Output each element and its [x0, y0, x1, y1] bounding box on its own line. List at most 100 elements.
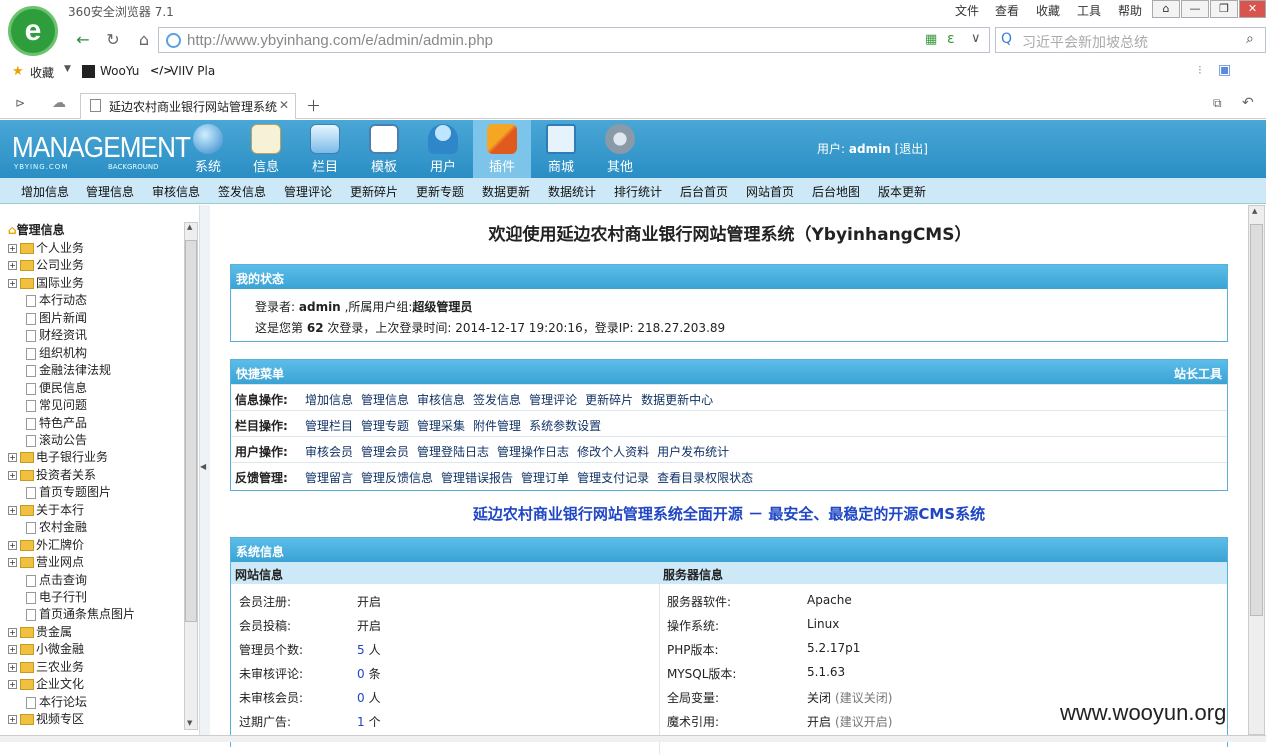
subnav-item[interactable]: 网站首页 — [746, 183, 794, 200]
webmaster-tools-link[interactable]: 站长工具 — [1174, 365, 1222, 382]
quick-link[interactable]: 更新碎片 — [585, 393, 633, 407]
subnav-item[interactable]: 排行统计 — [614, 183, 662, 200]
sidebar-scroll-thumb[interactable] — [185, 240, 197, 622]
quick-link[interactable]: 管理栏目 — [305, 419, 353, 433]
topnav-system[interactable]: 系统 — [179, 120, 237, 178]
sidebar-item[interactable]: + 投资者关系 — [8, 466, 96, 483]
quick-link[interactable]: 管理操作日志 — [497, 445, 569, 459]
subnav-item[interactable]: 更新专题 — [416, 183, 464, 200]
splitter[interactable] — [200, 205, 210, 742]
subnav-item[interactable]: 后台地图 — [812, 183, 860, 200]
sidebar-item[interactable]: 常见问题 — [26, 396, 87, 413]
collapse-icon[interactable]: ◀ — [200, 462, 206, 471]
sidebar-item[interactable]: 农村金融 — [26, 518, 87, 535]
scroll-up-icon[interactable]: ▲ — [187, 223, 192, 231]
sidebar-item[interactable]: + 贵金属 — [8, 623, 72, 640]
quick-link[interactable]: 数据更新中心 — [641, 393, 713, 407]
subnav-item[interactable]: 审核信息 — [152, 183, 200, 200]
sidebar-item[interactable]: + 营业网点 — [8, 553, 84, 570]
expand-icon[interactable]: + — [8, 506, 17, 515]
quick-link[interactable]: 管理采集 — [417, 419, 465, 433]
qrcode-icon[interactable]: ▦ — [925, 32, 937, 47]
quick-link[interactable]: 管理留言 — [305, 471, 353, 485]
subnav-item[interactable]: 增加信息 — [21, 183, 69, 200]
site-info-count[interactable]: 1 — [357, 715, 365, 729]
quick-link[interactable]: 修改个人资料 — [577, 445, 649, 459]
main-scroll-thumb[interactable] — [1250, 224, 1263, 616]
sidebar-item[interactable]: 组织机构 — [26, 344, 87, 361]
search-icon[interactable]: ⌕ — [1246, 31, 1254, 47]
quick-link[interactable]: 签发信息 — [473, 393, 521, 407]
skin-icon[interactable]: ⌂ — [1152, 0, 1180, 18]
quick-link[interactable]: 审核会员 — [305, 445, 353, 459]
new-tab-icon[interactable]: ＋ — [306, 95, 321, 116]
topnav-info[interactable]: 信息 — [237, 120, 295, 178]
quick-link[interactable]: 管理会员 — [361, 445, 409, 459]
expand-icon[interactable]: + — [8, 715, 17, 724]
quick-link[interactable]: 管理反馈信息 — [361, 471, 433, 485]
search-box[interactable]: Q 习近平会新加坡总统 ⌕ — [995, 27, 1266, 53]
main-scroll-up-icon[interactable]: ▲ — [1252, 207, 1257, 215]
expand-icon[interactable]: + — [8, 645, 17, 654]
sidebar-item[interactable]: + 三农业务 — [8, 658, 84, 675]
quick-link[interactable]: 系统参数设置 — [529, 419, 601, 433]
bookmark-wooyun[interactable]: WooYu — [100, 64, 139, 78]
site-info-count[interactable]: 0 — [357, 691, 365, 705]
subnav-item[interactable]: 数据更新 — [482, 183, 530, 200]
quick-link[interactable]: 管理订单 — [521, 471, 569, 485]
sidebar-item[interactable]: + 关于本行 — [8, 501, 84, 518]
sidebar-item[interactable]: + 公司业务 — [8, 256, 84, 273]
search-input[interactable]: 习近平会新加坡总统 — [1022, 32, 1148, 52]
extensions-icon[interactable]: ▣ — [1218, 62, 1231, 78]
subnav-item[interactable]: 更新碎片 — [350, 183, 398, 200]
menu-tools[interactable]: 工具 — [1077, 2, 1101, 19]
quick-link[interactable]: 用户发布统计 — [657, 445, 729, 459]
sidebar-item[interactable]: 金融法律法规 — [26, 361, 111, 378]
quick-link[interactable]: 附件管理 — [473, 419, 521, 433]
cloud-icon[interactable]: ☁ — [52, 95, 66, 111]
expand-icon[interactable]: + — [8, 471, 17, 480]
tab-active[interactable]: 延边农村商业银行网站管理系统 ✕ — [80, 93, 296, 119]
home-icon[interactable]: ⌂ — [131, 28, 157, 52]
sidebar-item[interactable]: + 电子银行业务 — [8, 448, 108, 465]
dropdown-icon[interactable]: ∨ — [971, 31, 981, 46]
logout-link[interactable]: [退出] — [895, 142, 928, 156]
sidebar-item[interactable]: 图片新闻 — [26, 309, 87, 326]
sidebar-item[interactable]: 本行动态 — [26, 291, 87, 308]
quick-link[interactable]: 查看目录权限状态 — [657, 471, 753, 485]
sidebar-item[interactable]: 本行论坛 — [26, 693, 87, 710]
sidebar-item[interactable]: + 外汇牌价 — [8, 536, 84, 553]
quick-link[interactable]: 审核信息 — [417, 393, 465, 407]
sidebar-item[interactable]: 便民信息 — [26, 379, 87, 396]
sidebar-item[interactable]: 首页通条焦点图片 — [26, 605, 135, 622]
subnav-item[interactable]: 后台首页 — [680, 183, 728, 200]
topnav-shop[interactable]: 商城 — [532, 120, 590, 178]
close-icon[interactable]: ✕ — [1239, 0, 1266, 18]
expand-icon[interactable]: + — [8, 558, 17, 567]
expand-icon[interactable]: + — [8, 244, 17, 253]
sidebar-item[interactable]: + 个人业务 — [8, 239, 84, 256]
url-input[interactable]: http://www.ybyinhang.com/e/admin/admin.p… — [187, 32, 493, 49]
topnav-user[interactable]: 用户 — [414, 120, 472, 178]
sidebar-item[interactable]: + 国际业务 — [8, 274, 84, 291]
topnav-other[interactable]: 其他 — [591, 120, 649, 178]
sidebar-item[interactable]: + 视频专区 — [8, 710, 84, 727]
search-engine-icon[interactable]: Q — [1001, 31, 1012, 47]
expand-icon[interactable]: + — [8, 680, 17, 689]
menu-file[interactable]: 文件 — [955, 2, 979, 19]
menu-help[interactable]: 帮助 — [1118, 2, 1142, 19]
sidebar-item[interactable]: 首页专题图片 — [26, 483, 111, 500]
quick-link[interactable]: 管理专题 — [361, 419, 409, 433]
menu-view[interactable]: 查看 — [995, 2, 1019, 19]
sidebar-item[interactable]: 滚动公告 — [26, 431, 87, 448]
sidebar-toggle-icon[interactable]: ⊳ — [15, 96, 25, 110]
minimize-icon[interactable]: — — [1181, 0, 1209, 18]
quick-link[interactable]: 管理登陆日志 — [417, 445, 489, 459]
sidebar-item[interactable]: 点击查询 — [26, 571, 87, 588]
scroll-down-icon[interactable]: ▼ — [187, 719, 192, 727]
subnav-item[interactable]: 管理信息 — [86, 183, 134, 200]
expand-icon[interactable]: + — [8, 453, 17, 462]
subnav-item[interactable]: 签发信息 — [218, 183, 266, 200]
tab-close-icon[interactable]: ✕ — [279, 98, 289, 112]
subnav-item[interactable]: 数据统计 — [548, 183, 596, 200]
